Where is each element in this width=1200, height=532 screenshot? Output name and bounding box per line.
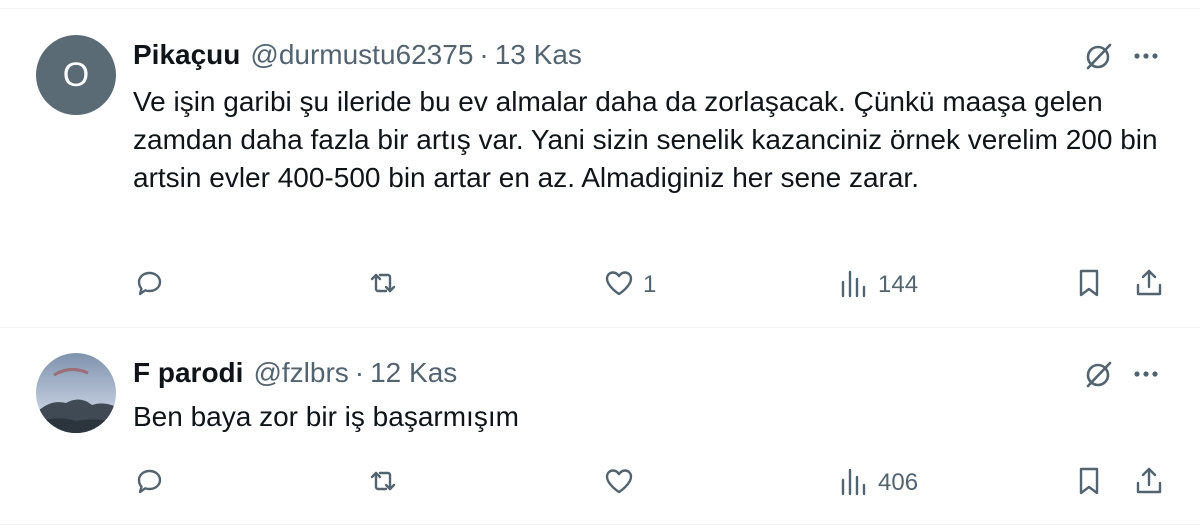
action-bar: 1 144 — [0, 265, 1200, 305]
user-handle[interactable]: @fzlbrs — [253, 356, 348, 390]
display-name[interactable]: Pikaçuu — [133, 38, 240, 72]
tweet-2[interactable]: F parodi @fzlbrs · 12 Kas Ben baya zor b… — [0, 328, 1200, 524]
grok-slash-icon[interactable] — [1080, 356, 1116, 392]
avatar-letter: O — [62, 55, 90, 94]
tweet-text: Ve işin garibi şu ileride bu ev almalar … — [133, 86, 1158, 193]
tweet-1[interactable]: O Pikaçuu @durmustu62375 · 13 Kas Ve işi… — [0, 0, 1200, 327]
heart-icon — [603, 267, 635, 304]
timestamp[interactable]: 12 Kas — [370, 356, 457, 390]
views-chart-icon — [838, 465, 870, 502]
reply-button[interactable] — [133, 265, 165, 305]
retweet-icon — [367, 465, 399, 502]
avatar[interactable]: O — [36, 35, 116, 115]
views-button[interactable]: 406 — [838, 463, 918, 503]
grok-slash-icon[interactable] — [1080, 38, 1116, 74]
retweet-icon — [367, 267, 399, 304]
separator-dot: · — [354, 357, 365, 388]
view-count: 406 — [878, 469, 919, 496]
avatar[interactable] — [36, 353, 116, 433]
separator-dot: · — [479, 39, 489, 70]
retweet-button[interactable] — [367, 463, 399, 503]
views-chart-icon — [838, 267, 870, 304]
like-button[interactable]: 1 — [603, 265, 656, 305]
bookmark-icon — [1073, 267, 1105, 304]
tweet-header: Pikaçuu @durmustu62375 · 13 Kas — [133, 38, 582, 72]
bookmark-icon — [1073, 465, 1105, 502]
bookmark-button[interactable] — [1073, 463, 1105, 503]
share-icon — [1133, 465, 1165, 502]
heart-icon — [603, 465, 635, 502]
share-icon — [1133, 267, 1165, 304]
reply-icon — [133, 267, 165, 304]
like-count: 1 — [643, 271, 657, 298]
user-handle[interactable]: @durmustu62375 — [250, 38, 473, 72]
views-button[interactable]: 144 — [838, 265, 918, 305]
avatar-photo — [36, 353, 116, 433]
timestamp[interactable]: 13 Kas — [495, 38, 582, 72]
more-dots-icon[interactable] — [1128, 38, 1164, 74]
like-button[interactable] — [603, 463, 635, 503]
more-dots-icon[interactable] — [1128, 356, 1164, 392]
bookmark-button[interactable] — [1073, 265, 1105, 305]
action-bar: 406 — [0, 463, 1200, 503]
tweet-text: Ben baya zor bir iş başarmışım — [133, 401, 519, 432]
share-button[interactable] — [1133, 463, 1165, 503]
reply-icon — [133, 465, 165, 502]
display-name[interactable]: F parodi — [133, 356, 243, 390]
view-count: 144 — [878, 271, 919, 298]
retweet-button[interactable] — [367, 265, 399, 305]
tweet-header: F parodi @fzlbrs · 12 Kas — [133, 356, 457, 390]
reply-button[interactable] — [133, 463, 165, 503]
share-button[interactable] — [1133, 265, 1165, 305]
bottom-divider — [0, 524, 1200, 525]
